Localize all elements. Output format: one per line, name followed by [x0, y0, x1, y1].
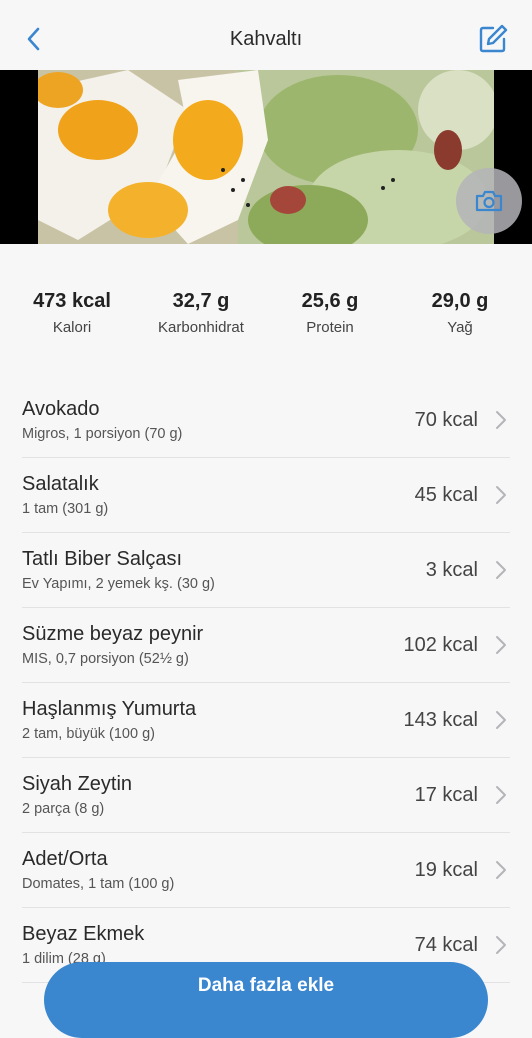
food-detail: 1 tam (301 g) — [22, 501, 109, 517]
protein-value: 25,6 g — [301, 290, 359, 312]
food-name: Haşlanmış Yumurta — [22, 698, 197, 720]
food-calories: 74 kcal — [414, 934, 478, 956]
chevron-right-icon — [496, 711, 506, 729]
food-detail: 2 parça (8 g) — [22, 801, 105, 817]
food-detail: MIS, 0,7 porsiyon (52½ g) — [22, 651, 189, 667]
food-item-domates[interactable]: Adet/Orta Domates, 1 tam (100 g) 19 kcal — [22, 833, 510, 908]
fat-summary: 29,0 g Yağ — [410, 290, 510, 336]
camera-button[interactable] — [456, 168, 522, 234]
food-detail: Ev Yapımı, 2 yemek kş. (30 g) — [22, 576, 215, 592]
food-detail: Migros, 1 porsiyon (70 g) — [22, 426, 183, 442]
chevron-right-icon — [496, 561, 506, 579]
camera-icon — [475, 190, 503, 212]
chevron-right-icon — [496, 411, 506, 429]
food-detail: Domates, 1 tam (100 g) — [22, 876, 175, 892]
food-item-zeytin[interactable]: Siyah Zeytin 2 parça (8 g) 17 kcal — [22, 758, 510, 833]
food-detail: 2 tam, büyük (100 g) — [22, 726, 155, 742]
chevron-right-icon — [496, 636, 506, 654]
carbs-summary: 32,7 g Karbonhidrat — [146, 290, 256, 336]
food-name: Tatlı Biber Salçası — [22, 548, 183, 570]
macro-summary: 473 kcal Kalori 32,7 g Karbonhidrat 25,6… — [0, 290, 532, 340]
calories-summary: 473 kcal Kalori — [22, 290, 122, 336]
food-item-biber-salcasi[interactable]: Tatlı Biber Salçası Ev Yapımı, 2 yemek k… — [22, 533, 510, 608]
carbs-value: 32,7 g — [172, 290, 230, 312]
food-list: Avokado Migros, 1 porsiyon (70 g) 70 kca… — [22, 383, 510, 983]
add-more-button[interactable]: Daha fazla ekle — [44, 962, 488, 1038]
edit-button[interactable] — [476, 22, 510, 56]
food-name: Süzme beyaz peynir — [22, 623, 204, 645]
page-title: Kahvaltı — [229, 28, 303, 50]
meal-photo-area — [0, 70, 532, 244]
food-item-yumurta[interactable]: Haşlanmış Yumurta 2 tam, büyük (100 g) 1… — [22, 683, 510, 758]
food-name: Avokado — [22, 398, 100, 420]
food-calories: 143 kcal — [403, 709, 479, 731]
food-calories: 17 kcal — [414, 784, 478, 806]
chevron-right-icon — [496, 861, 506, 879]
food-name: Adet/Orta — [22, 848, 108, 870]
food-calories: 102 kcal — [403, 634, 479, 656]
food-item-salatalik[interactable]: Salatalık 1 tam (301 g) 45 kcal — [22, 458, 510, 533]
protein-label: Protein — [306, 319, 354, 336]
food-calories: 70 kcal — [414, 409, 478, 431]
food-calories: 3 kcal — [425, 559, 478, 581]
protein-summary: 25,6 g Protein — [280, 290, 380, 336]
edit-icon — [479, 24, 508, 53]
carbs-label: Karbonhidrat — [158, 319, 244, 336]
food-item-beyaz-peynir[interactable]: Süzme beyaz peynir MIS, 0,7 porsiyon (52… — [22, 608, 510, 683]
food-name: Siyah Zeytin — [22, 773, 133, 795]
fat-label: Yağ — [447, 319, 473, 336]
fat-value: 29,0 g — [431, 290, 489, 312]
food-name: Beyaz Ekmek — [22, 923, 145, 945]
calories-label: Kalori — [52, 319, 92, 336]
food-calories: 19 kcal — [414, 859, 478, 881]
chevron-right-icon — [496, 786, 506, 804]
meal-photo[interactable] — [38, 70, 494, 244]
food-calories: 45 kcal — [414, 484, 478, 506]
navigation-bar: Kahvaltı — [0, 0, 532, 70]
calories-value: 473 kcal — [33, 290, 111, 312]
chevron-right-icon — [496, 486, 506, 504]
add-more-label: Daha fazla ekle — [197, 975, 335, 996]
food-name: Salatalık — [22, 473, 99, 495]
chevron-right-icon — [496, 936, 506, 954]
food-item-avokado[interactable]: Avokado Migros, 1 porsiyon (70 g) 70 kca… — [22, 383, 510, 458]
